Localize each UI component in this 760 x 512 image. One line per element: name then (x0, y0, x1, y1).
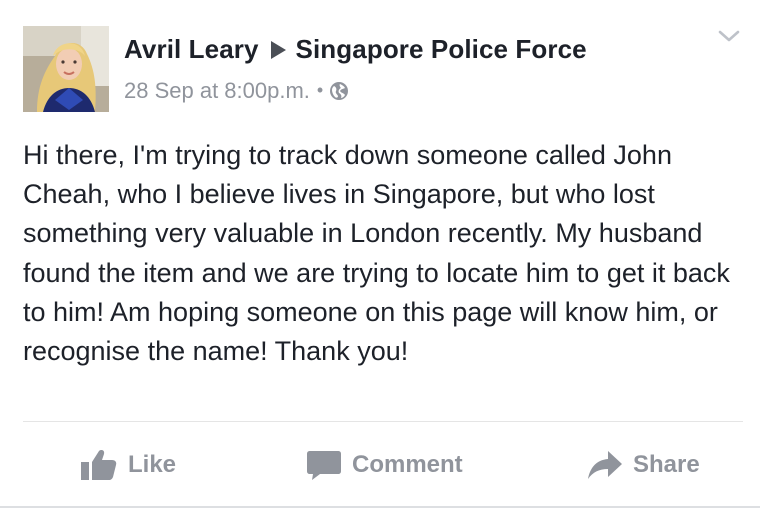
arrow-right-icon (270, 41, 286, 59)
meta-separator: • (316, 80, 324, 100)
post-timestamp[interactable]: 28 Sep at 8:00p.m. (124, 78, 310, 103)
divider (23, 421, 743, 422)
post-header: Avril Leary Singapore Police Force 28 Sep… (23, 24, 743, 114)
target-page-name[interactable]: Singapore Police Force (296, 34, 587, 64)
thumbs-up-icon (81, 450, 117, 480)
comment-label: Comment (352, 451, 463, 478)
author-name[interactable]: Avril Leary (124, 34, 259, 64)
share-label: Share (633, 451, 700, 478)
share-button[interactable]: Share (587, 448, 700, 482)
avatar[interactable] (23, 26, 109, 112)
post-author-line: Avril Leary Singapore Police Force (124, 34, 587, 65)
facebook-post: Avril Leary Singapore Police Force 28 Sep… (0, 0, 760, 512)
post-actions: Like Comment Share (0, 440, 760, 490)
post-meta: 28 Sep at 8:00p.m. • (124, 78, 349, 104)
chevron-down-icon[interactable] (717, 28, 741, 44)
comment-button[interactable]: Comment (306, 448, 463, 482)
post-body: Hi there, I'm trying to track down someo… (23, 140, 730, 367)
like-button[interactable]: Like (80, 448, 176, 482)
comment-bubble-icon (307, 451, 341, 480)
avatar-photo (23, 26, 109, 112)
bottom-separator (0, 506, 760, 508)
share-arrow-icon (588, 451, 622, 479)
like-label: Like (128, 451, 177, 478)
globe-icon (329, 81, 349, 101)
